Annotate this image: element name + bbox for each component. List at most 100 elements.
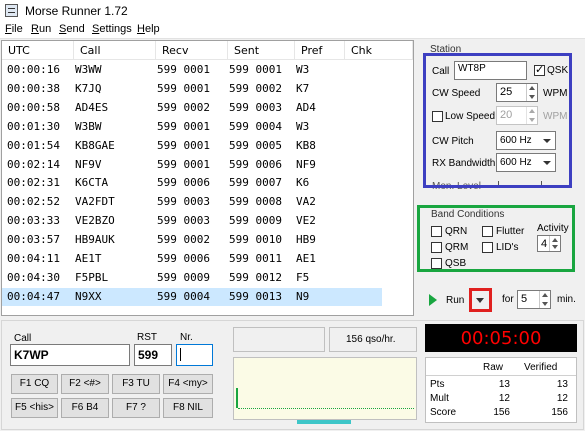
table-cell: VA2FDT [75, 195, 115, 209]
score-row-label: Score [430, 407, 457, 418]
table-cell: 00:04:30 [7, 270, 60, 284]
entry-nr-input[interactable] [176, 344, 213, 366]
table-row[interactable]: 00:03:33 VE2BZO 599 0003 599 0009 VE2 [2, 212, 382, 230]
table-row[interactable]: 00:01:54 KB8GAE 599 0001 599 0005 KB8 [2, 137, 382, 155]
table-cell: 599 0011 [229, 252, 282, 265]
table-cell: F5 [296, 270, 310, 284]
table-row[interactable]: 00:00:16 W3WW 599 0001 599 0001 W3 [2, 61, 382, 79]
column-header-pref[interactable]: Pref [295, 41, 345, 60]
f8-nil-button[interactable]: F8 NIL [163, 398, 213, 418]
table-row[interactable]: 00:02:14 NF9V 599 0001 599 0006 NF9 [2, 156, 382, 174]
timer-value: 00:05:00 [460, 328, 542, 349]
menu-settings[interactable]: Settings [92, 23, 132, 35]
table-cell: 599 0001 [157, 157, 210, 171]
menu-send[interactable]: Send [59, 23, 85, 35]
table-cell: W3 [296, 119, 310, 133]
run-dropdown-highlight [469, 288, 492, 312]
column-header-utc[interactable]: UTC [2, 41, 74, 60]
table-cell: 00:00:58 [7, 100, 60, 114]
column-header-sent[interactable]: Sent [228, 41, 295, 60]
menu-help[interactable]: Help [137, 23, 160, 35]
run-label[interactable]: Run [446, 295, 464, 306]
column-header-call[interactable]: Call [74, 41, 156, 60]
f7-question-button[interactable]: F7 ? [112, 398, 160, 418]
table-cell: 00:01:30 [7, 119, 60, 133]
table-cell: 599 0006 [157, 252, 210, 265]
band-highlight [417, 205, 575, 272]
table-cell: KB8 [296, 138, 316, 152]
menu-file[interactable]: File [5, 23, 23, 35]
score-table: Raw Verified Pts 13 13 Mult 12 12 Score … [425, 357, 577, 423]
f4-my-call-button[interactable]: F4 <my> [163, 374, 213, 394]
entry-rst-label: RST [137, 332, 157, 343]
table-cell: 599 0002 [157, 100, 210, 114]
column-header-chk[interactable]: Chk [345, 41, 413, 60]
table-cell: K6CTA [75, 176, 109, 190]
table-row[interactable]: 00:01:30 W3BW 599 0001 599 0004 W3 [2, 118, 382, 136]
entry-call-label: Call [14, 333, 32, 344]
table-row[interactable]: 00:04:47 N9XX 599 0004 599 0013 N9 [2, 287, 382, 306]
table-cell: VE2BZO [75, 214, 115, 228]
table-row[interactable]: 00:02:52 VA2FDT 599 0003 599 0008 VA2 [2, 193, 382, 211]
table-cell: AD4ES [75, 100, 109, 114]
minutes-spinner[interactable]: 5 [517, 290, 551, 309]
table-cell: HB9 [296, 233, 316, 247]
table-cell: 599 0001 [229, 63, 282, 76]
table-cell: 00:00:16 [7, 63, 60, 76]
table-row[interactable]: 00:04:30 F5PBL 599 0009 599 0012 F5 [2, 269, 382, 287]
f1-cq-button[interactable]: F1 CQ [11, 374, 58, 394]
table-cell: 599 0001 [157, 63, 210, 76]
f6-b4-button[interactable]: F6 B4 [61, 398, 109, 418]
table-cell: 00:02:14 [7, 157, 60, 171]
table-row[interactable]: 00:03:57 HB9AUK 599 0002 599 0010 HB9 [2, 231, 382, 249]
bandmap-scroll-marker[interactable] [297, 420, 351, 424]
table-cell: NF9V [75, 157, 102, 171]
table-row[interactable]: 00:02:31 K6CTA 599 0006 599 0007 K6 [2, 174, 382, 192]
score-header-raw: Raw [483, 362, 504, 373]
table-cell: 00:00:38 [7, 81, 60, 95]
table-cell: 599 0001 [157, 81, 210, 95]
minutes-value: 5 [521, 293, 528, 305]
table-row[interactable]: 00:00:58 AD4ES 599 0002 599 0003 AD4 [2, 99, 382, 117]
table-cell: K7JQ [75, 81, 102, 95]
score-row-label: Pts [430, 379, 445, 390]
table-cell: N9 [296, 289, 310, 303]
table-cell: 599 0005 [229, 138, 282, 152]
play-icon[interactable] [429, 294, 437, 306]
table-cell: 599 0003 [157, 195, 210, 209]
table-cell: W3 [296, 63, 310, 76]
f5-his-call-button[interactable]: F5 <his> [11, 398, 58, 418]
table-cell: W3WW [75, 63, 102, 76]
rate-spacer [233, 327, 325, 352]
table-cell: F5PBL [75, 270, 109, 284]
table-cell: 599 0003 [229, 100, 282, 114]
table-cell: 599 0012 [229, 270, 282, 284]
table-cell: K6 [296, 176, 310, 190]
table-row[interactable]: 00:00:38 K7JQ 599 0001 599 0002 K7 [2, 80, 382, 98]
table-cell: 599 0002 [157, 233, 210, 247]
score-header-verified: Verified [524, 362, 558, 373]
table-cell: K7 [296, 81, 310, 95]
table-cell: 599 0009 [157, 270, 210, 284]
table-cell: 00:02:52 [7, 195, 60, 209]
f3-tu-button[interactable]: F3 TU [112, 374, 160, 394]
table-cell: N9XX [75, 289, 102, 303]
text-caret [180, 348, 181, 361]
score-verified-value: 13 [556, 379, 568, 390]
entry-rst-input[interactable]: 599 [134, 344, 172, 366]
entry-call-input[interactable]: K7WP [10, 344, 130, 366]
table-cell: 599 0002 [229, 81, 282, 95]
menu-bar: File Run Send Settings Help [0, 21, 585, 39]
min-label: min. [557, 294, 576, 305]
rate-box: 156 qso/hr. [329, 327, 417, 352]
table-cell: AD4 [296, 100, 316, 114]
column-header-recv[interactable]: Recv [156, 41, 228, 60]
table-cell: 599 0001 [157, 119, 210, 133]
f2-exchange-button[interactable]: F2 <#> [61, 374, 109, 394]
table-row[interactable]: 00:04:11 AE1T 599 0006 599 0011 AE1 [2, 250, 382, 268]
log-table[interactable]: UTC Call Recv Sent Pref Chk 00:00:16 W3WW… [1, 40, 414, 316]
table-cell: 599 0003 [157, 214, 210, 228]
table-cell: 599 0010 [229, 233, 282, 247]
menu-run[interactable]: Run [31, 23, 51, 35]
app-icon [5, 4, 18, 17]
